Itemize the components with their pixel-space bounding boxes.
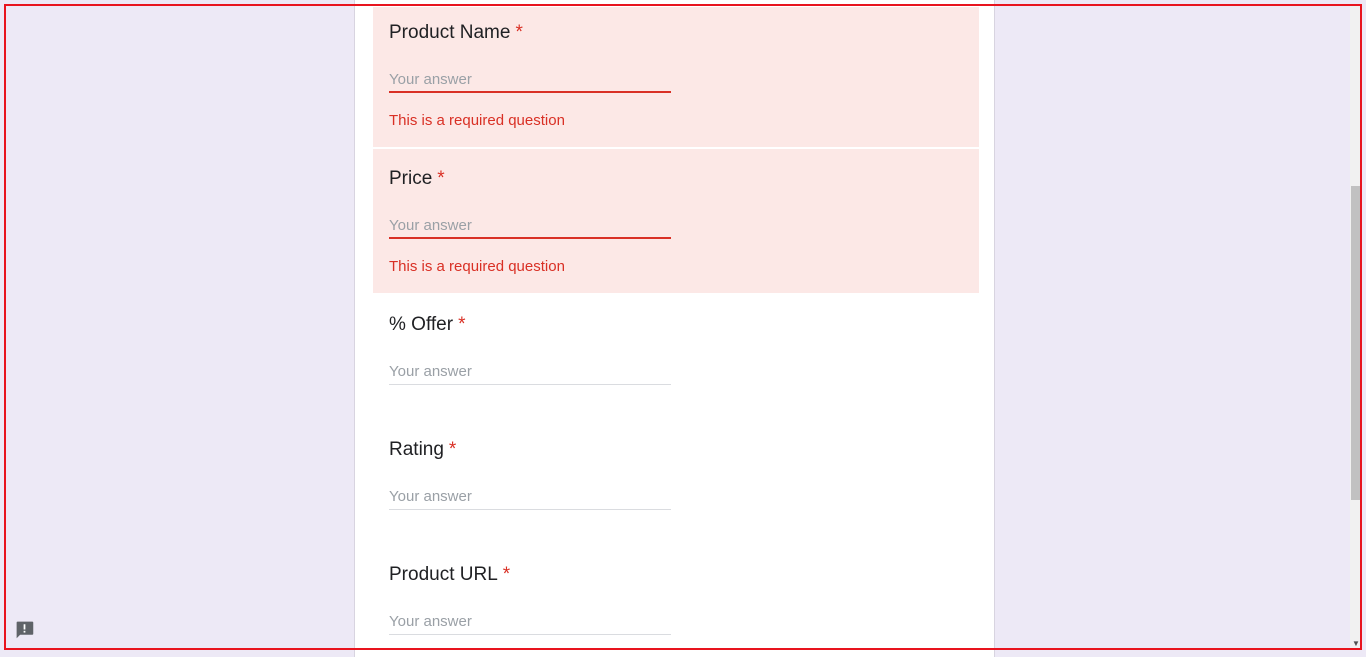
question-title: Product URL *	[389, 564, 510, 586]
question-title-label: Product Name	[389, 22, 511, 43]
question-offer: % Offer *	[373, 293, 979, 418]
scrollbar-thumb[interactable]	[1351, 186, 1361, 500]
question-title-label: Price	[389, 168, 433, 189]
question-title: Price *	[389, 168, 445, 190]
question-product-name: Product Name* This is a required questio…	[373, 7, 979, 147]
required-asterisk: *	[502, 564, 511, 585]
required-asterisk: *	[458, 314, 466, 335]
required-asterisk: *	[515, 22, 523, 43]
question-price: Price* This is a required question	[373, 149, 979, 293]
price-input[interactable]	[389, 213, 671, 239]
required-error-message: This is a required question	[389, 112, 565, 129]
offer-input[interactable]	[389, 359, 671, 385]
required-asterisk: *	[437, 168, 445, 189]
question-title-label: Product URL	[389, 564, 498, 585]
product-url-input[interactable]	[389, 609, 671, 635]
question-title-label: % Offer	[389, 314, 454, 335]
question-product-url: Product URL *	[373, 543, 979, 657]
question-title: % Offer *	[389, 314, 465, 336]
scroll-down-arrow-icon[interactable]: ▼	[1352, 640, 1360, 648]
required-asterisk: *	[448, 439, 457, 460]
question-title-label: Rating	[389, 439, 444, 460]
report-problem-icon[interactable]	[14, 619, 35, 640]
product-name-input[interactable]	[389, 67, 671, 93]
rating-input[interactable]	[389, 484, 671, 510]
vertical-scrollbar[interactable]: ▼	[1350, 4, 1362, 650]
required-error-message: This is a required question	[389, 258, 565, 275]
form-card: Product Name* This is a required questio…	[354, 0, 995, 657]
question-title: Product Name *	[389, 22, 523, 44]
question-rating: Rating *	[373, 418, 979, 543]
question-title: Rating *	[389, 439, 456, 461]
